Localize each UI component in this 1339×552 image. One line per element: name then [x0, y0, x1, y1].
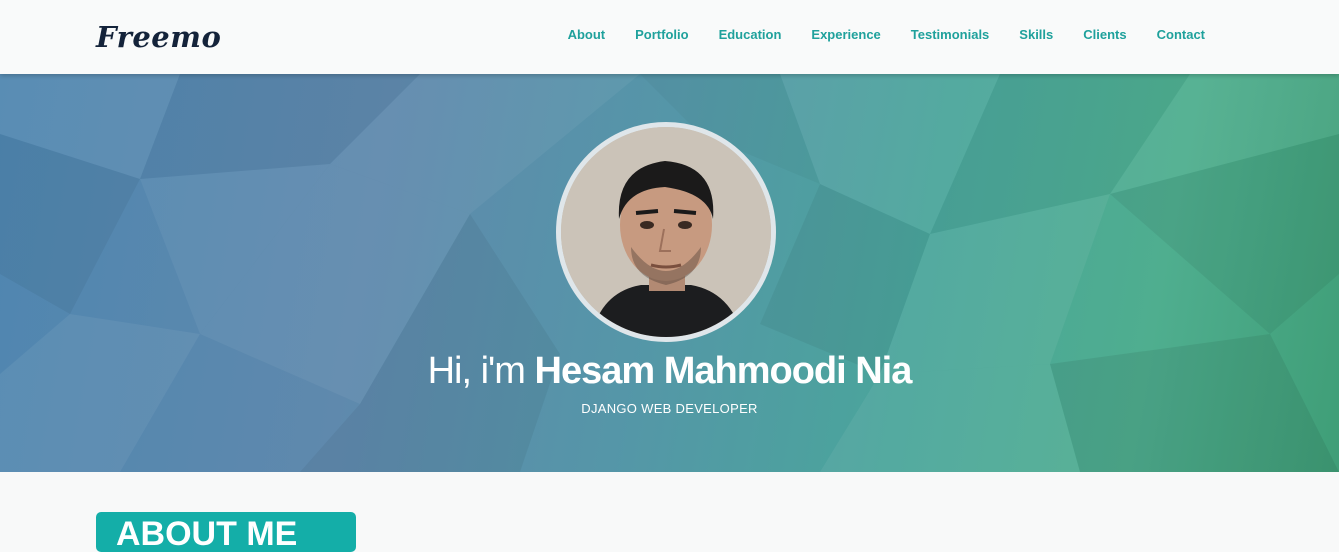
top-navbar: Freemo About Portfolio Education Experie…	[0, 0, 1339, 74]
nav-link-testimonials[interactable]: Testimonials	[911, 27, 990, 42]
hero-heading: Hi, i'm Hesam Mahmoodi Nia	[0, 350, 1339, 393]
hero-subtitle: DJANGO WEB DEVELOPER	[581, 401, 758, 416]
hero-name: Hesam Mahmoodi Nia	[534, 350, 913, 392]
nav-item-skills: Skills	[1019, 26, 1053, 44]
nav-link-experience[interactable]: Experience	[811, 27, 880, 42]
nav-link-clients[interactable]: Clients	[1083, 27, 1126, 42]
nav-item-education: Education	[719, 26, 782, 44]
hero-banner: Hi, i'm Hesam Mahmoodi Nia DJANGO WEB DE…	[0, 74, 1339, 472]
nav-link-portfolio[interactable]: Portfolio	[635, 27, 688, 42]
nav-item-experience: Experience	[811, 26, 880, 44]
hero-greeting: Hi, i'm	[427, 350, 526, 392]
portrait-image	[561, 127, 771, 337]
nav-link-education[interactable]: Education	[719, 27, 782, 42]
nav-link-contact[interactable]: Contact	[1157, 27, 1205, 42]
profile-avatar	[556, 122, 776, 342]
nav-link-skills[interactable]: Skills	[1019, 27, 1053, 42]
nav-item-testimonials: Testimonials	[911, 26, 990, 44]
nav-item-clients: Clients	[1083, 26, 1126, 44]
nav-item-portfolio: Portfolio	[635, 26, 688, 44]
nav-link-about[interactable]: About	[568, 27, 606, 42]
about-section-heading: ABOUT ME	[96, 512, 356, 552]
nav-item-contact: Contact	[1157, 26, 1205, 44]
main-nav: About Portfolio Education Experience Tes…	[568, 26, 1205, 44]
brand-logo[interactable]: Freemo	[96, 20, 221, 54]
nav-item-about: About	[568, 26, 606, 44]
